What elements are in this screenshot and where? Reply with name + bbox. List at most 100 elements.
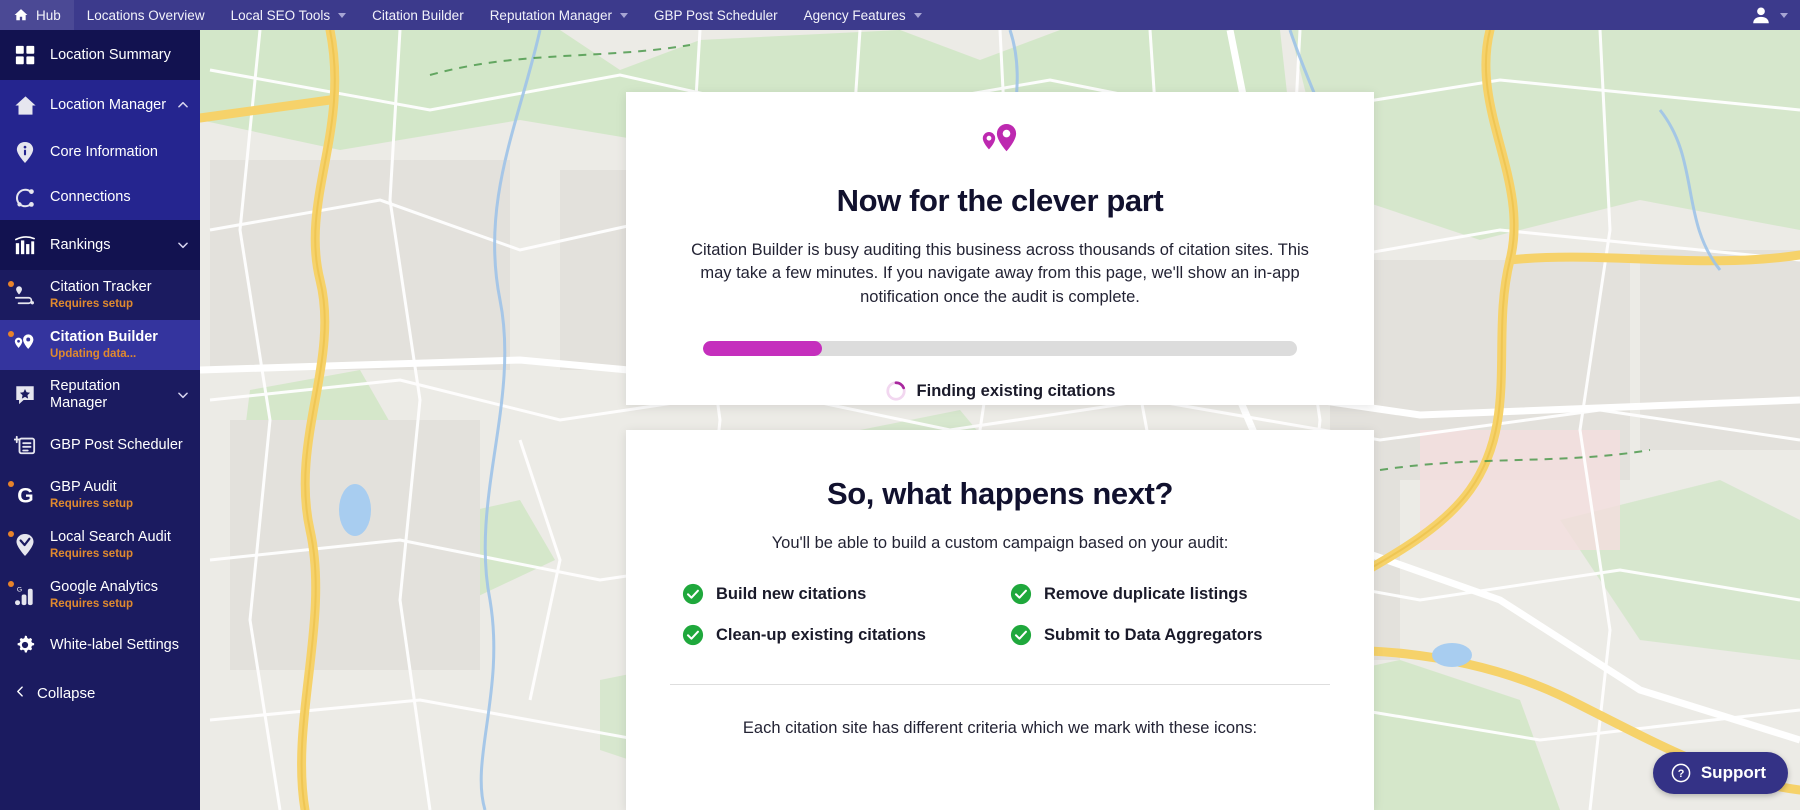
notification-dot	[8, 481, 14, 487]
check-circle-icon	[1010, 583, 1032, 605]
sidebar-item-label: Location Summary	[50, 46, 171, 63]
sidebar-item-location-summary[interactable]: Location Summary	[0, 30, 200, 80]
citation-tracker-icon	[10, 282, 40, 308]
notification-dot	[8, 581, 14, 587]
nav-item-label: GBP Post Scheduler	[654, 7, 778, 23]
sidebar-item-status: Updating data...	[50, 347, 137, 360]
gear-icon	[10, 632, 40, 658]
home-icon	[10, 92, 40, 118]
sidebar-item-label: Rankings	[50, 236, 111, 253]
whats-next-title: So, what happens next?	[826, 476, 1174, 511]
sidebar-item-gbp-post-scheduler[interactable]: GBP Post Scheduler	[0, 420, 200, 470]
home-icon	[14, 8, 28, 22]
sidebar-item-rankings[interactable]: Rankings	[0, 220, 200, 270]
notification-dot	[8, 331, 14, 337]
sidebar-item-reputation-manager[interactable]: Reputation Manager	[0, 370, 200, 420]
sidebar-item-label: Citation Tracker	[50, 279, 152, 296]
nav-item-gbp-post-scheduler[interactable]: GBP Post Scheduler	[641, 0, 791, 30]
nav-item-agency-features[interactable]: Agency Features	[791, 0, 935, 30]
sidebar-item-status: Requires setup	[50, 547, 134, 560]
sidebar-item-status: Requires setup	[50, 497, 134, 510]
list-item: Remove duplicate listings	[1010, 583, 1318, 605]
chevron-up-icon[interactable]	[176, 98, 190, 112]
sidebar-item-local-search-audit[interactable]: Local Search Audit Requires setup	[0, 520, 200, 570]
criteria-footnote: Each citation site has different criteri…	[742, 719, 1258, 737]
check-circle-icon	[682, 624, 704, 646]
list-item: Clean-up existing citations	[682, 624, 990, 646]
user-avatar-icon[interactable]	[1750, 4, 1772, 26]
loading-spinner-icon	[885, 380, 907, 402]
list-item-label: Remove duplicate listings	[1044, 584, 1248, 603]
sidebar-item-label: GBP Post Scheduler	[50, 436, 183, 453]
svg-text:?: ?	[1678, 768, 1685, 780]
google-g-icon: G	[10, 482, 40, 508]
account-menu[interactable]	[1750, 4, 1800, 26]
benefits-list: Build new citations Remove duplicate lis…	[670, 583, 1330, 646]
support-button-label: Support	[1700, 763, 1766, 782]
progress-card: Now for the clever part Citation Builder…	[626, 92, 1374, 405]
connections-icon	[10, 185, 40, 211]
sidebar-item-core-information[interactable]: Core Information	[0, 130, 200, 175]
section-divider	[670, 684, 1330, 685]
nav-item-hub[interactable]: Hub	[0, 0, 74, 30]
star-chat-icon	[10, 382, 40, 408]
chevron-down-icon	[913, 12, 922, 18]
pin-check-icon	[10, 532, 40, 558]
svg-text:G: G	[17, 484, 33, 506]
sidebar-item-status: Requires setup	[50, 597, 134, 610]
sidebar-item-label: Local Search Audit	[50, 529, 171, 546]
check-circle-icon	[682, 583, 704, 605]
nav-item-label: Agency Features	[803, 7, 906, 23]
sidebar-item-google-analytics[interactable]: G Google Analytics Requires setup	[0, 570, 200, 620]
nav-item-label: Citation Builder	[372, 7, 464, 23]
grid-icon	[10, 42, 40, 68]
nav-item-local-seo-tools[interactable]: Local SEO Tools	[218, 0, 360, 30]
whats-next-card: So, what happens next? You'll be able to…	[626, 430, 1374, 810]
add-post-icon	[10, 432, 40, 458]
chevron-down-icon	[620, 12, 629, 18]
chevron-down-icon[interactable]	[176, 388, 190, 402]
sidebar-item-label: Reputation Manager	[50, 378, 121, 411]
chevron-left-icon	[14, 684, 27, 703]
progress-card-title: Now for the clever part	[836, 183, 1164, 218]
nav-item-locations-overview[interactable]: Locations Overview	[74, 0, 218, 30]
progress-card-body: Citation Builder is busy auditing this b…	[691, 241, 1309, 306]
sidebar-item-label: Google Analytics	[50, 579, 159, 596]
audit-status-row: Finding existing citations	[670, 380, 1330, 402]
analytics-icon: G	[10, 582, 40, 608]
map-pins-icon	[670, 122, 1330, 167]
whats-next-subtitle: You'll be able to build a custom campaig…	[771, 534, 1229, 552]
map-pins-icon	[10, 332, 40, 358]
sidebar: Location Summary Location Manager Core I…	[0, 30, 200, 810]
nav-item-citation-builder[interactable]: Citation Builder	[359, 0, 477, 30]
sidebar-item-white-label-settings[interactable]: White-label Settings	[0, 620, 200, 670]
info-pin-icon	[10, 140, 40, 166]
sidebar-item-gbp-audit[interactable]: G GBP Audit Requires setup	[0, 470, 200, 520]
sidebar-item-connections[interactable]: Connections	[0, 175, 200, 220]
chevron-down-icon[interactable]	[176, 238, 190, 252]
main-content: Now for the clever part Citation Builder…	[200, 30, 1800, 810]
support-button[interactable]: ? Support	[1652, 752, 1788, 794]
sidebar-item-label: Connections	[50, 189, 131, 206]
nav-item-label: Local SEO Tools	[230, 7, 331, 23]
sidebar-item-citation-builder[interactable]: Citation Builder Updating data...	[0, 320, 200, 370]
nav-item-reputation-manager[interactable]: Reputation Manager	[477, 0, 641, 30]
sidebar-collapse-label: Collapse	[37, 685, 96, 702]
check-circle-icon	[1010, 624, 1032, 646]
list-item-label: Clean-up existing citations	[716, 625, 926, 644]
audit-progress-bar	[703, 341, 1297, 357]
sidebar-item-label: White-label Settings	[50, 636, 179, 653]
list-item-label: Build new citations	[716, 584, 867, 603]
audit-status-text: Finding existing citations	[916, 381, 1116, 400]
chevron-down-icon[interactable]	[1780, 12, 1788, 18]
sidebar-collapse-button[interactable]: Collapse	[0, 670, 200, 703]
notification-dot	[8, 531, 14, 537]
sidebar-item-location-manager[interactable]: Location Manager	[0, 80, 200, 130]
sidebar-item-label: GBP Audit	[50, 479, 117, 496]
nav-item-label: Reputation Manager	[489, 7, 613, 23]
list-item: Submit to Data Aggregators	[1010, 624, 1318, 646]
list-item-label: Submit to Data Aggregators	[1044, 625, 1263, 644]
sidebar-item-label: Citation Builder	[50, 329, 158, 346]
sidebar-item-citation-tracker[interactable]: Citation Tracker Requires setup	[0, 270, 200, 320]
svg-text:G: G	[17, 586, 22, 593]
